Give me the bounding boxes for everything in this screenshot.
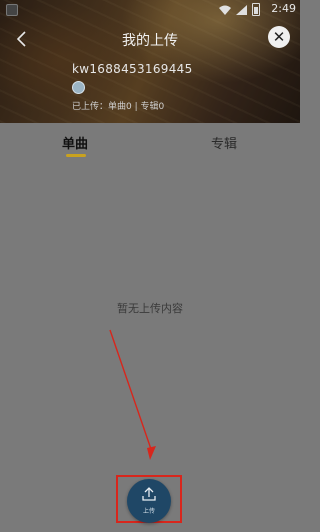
signal-icon	[236, 4, 247, 15]
notification-icon	[6, 4, 18, 16]
tab-singles[interactable]: 单曲	[62, 133, 88, 152]
status-icons	[219, 3, 260, 16]
close-button[interactable]: ✕	[268, 26, 290, 48]
empty-state-message: 暂无上传内容	[117, 302, 183, 315]
tab-albums[interactable]: 专辑	[211, 133, 237, 152]
user-level-badge-icon	[72, 81, 85, 94]
upload-stats: 已上传：单曲0 | 专辑0	[72, 102, 165, 112]
status-time: 2:49	[271, 2, 296, 15]
battery-icon	[252, 3, 260, 16]
page-title: 我的上传	[122, 33, 178, 49]
wifi-icon	[219, 5, 231, 15]
close-icon: ✕	[272, 28, 286, 46]
username: kw1688453169445	[72, 62, 193, 76]
upload-button-label: 上传	[142, 508, 155, 515]
tab-bar: 单曲 专辑	[0, 123, 300, 163]
active-tab-indicator	[66, 154, 86, 157]
profile-header: 2:49 我的上传 ✕ kw1688453169445 已上传：单曲0 | 专辑…	[0, 0, 300, 123]
upload-icon	[142, 487, 156, 501]
upload-button[interactable]: 上传	[127, 479, 171, 523]
